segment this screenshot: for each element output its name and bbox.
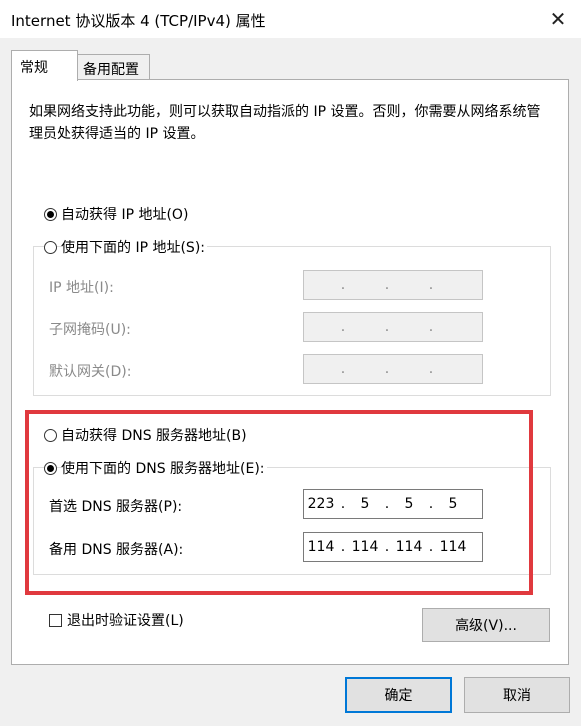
subnet-mask-input: . . . — [303, 312, 483, 342]
radio-manual-ip[interactable]: 使用下面的 IP 地址(S): — [44, 237, 207, 257]
radio-manual-ip-label: 使用下面的 IP 地址(S): — [61, 237, 207, 257]
cancel-button[interactable]: 取消 — [464, 677, 570, 713]
subnet-mask-label: 子网掩码(U): — [49, 322, 131, 338]
window-title: Internet 协议版本 4 (TCP/IPv4) 属性 — [11, 12, 266, 30]
ip-address-label: IP 地址(I): — [49, 280, 114, 296]
tab-general[interactable]: 常规 — [11, 50, 78, 81]
close-icon[interactable]: ✕ — [535, 0, 581, 38]
title-bar: Internet 协议版本 4 (TCP/IPv4) 属性 ✕ — [0, 0, 581, 38]
annotation-highlight-box — [25, 410, 533, 595]
advanced-button[interactable]: 高级(V)... — [422, 608, 550, 642]
description-text: 如果网络支持此功能，则可以获取自动指派的 IP 设置。否则，你需要从网络系统管理… — [29, 104, 541, 142]
default-gateway-input: . . . — [303, 354, 483, 384]
validate-on-exit-checkbox[interactable]: 退出时验证设置(L) — [49, 610, 184, 630]
radio-unchecked-icon — [44, 240, 57, 254]
radio-checked-icon — [44, 207, 57, 221]
tab-alternate-label: 备用配置 — [83, 62, 139, 78]
tab-alternate-config[interactable]: 备用配置 — [76, 54, 150, 81]
radio-auto-ip-label: 自动获得 IP 地址(O) — [61, 204, 191, 224]
ok-button[interactable]: 确定 — [345, 677, 452, 713]
checkbox-unchecked-icon — [49, 613, 62, 627]
radio-auto-ip[interactable]: 自动获得 IP 地址(O) — [44, 204, 191, 224]
validate-on-exit-label: 退出时验证设置(L) — [67, 613, 184, 629]
ip-address-input: . . . — [303, 270, 483, 300]
default-gateway-label: 默认网关(D): — [49, 364, 132, 380]
tab-general-label: 常规 — [20, 60, 48, 76]
